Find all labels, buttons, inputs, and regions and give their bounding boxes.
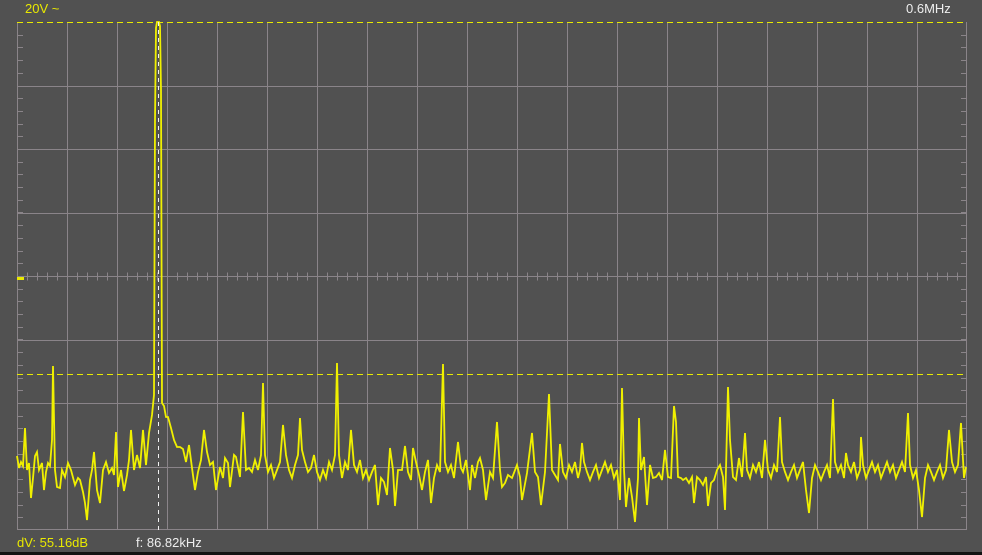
delta-v-readout: dV: 55.16dB (17, 536, 88, 550)
frequency-readout: f: 86.82kHz (136, 536, 202, 550)
frequency-span-label: 0.6MHz (906, 2, 951, 16)
channel-reference-marker (17, 277, 24, 280)
oscilloscope-screen: 20V ~ 0.6MHz dV: 55.16dB f: 86.82kHz (0, 0, 982, 555)
volts-per-div-label: 20V ~ (25, 2, 59, 16)
fft-display-canvas (0, 0, 982, 555)
